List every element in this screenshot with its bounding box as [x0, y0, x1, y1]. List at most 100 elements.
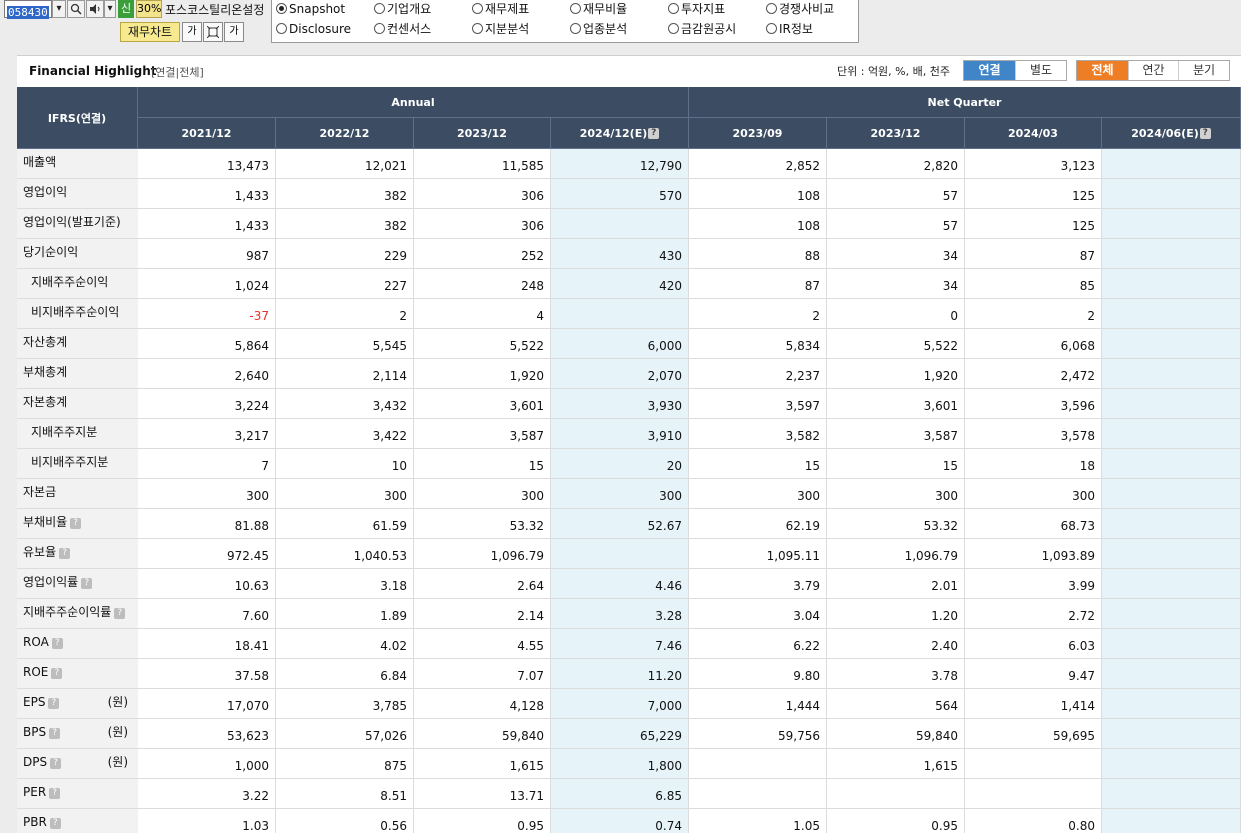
table-cell: 1,096.79: [414, 539, 551, 569]
menu-option[interactable]: 재무제표: [472, 2, 529, 16]
radio-icon[interactable]: [472, 23, 483, 34]
radio-icon[interactable]: [570, 3, 581, 14]
menu-option[interactable]: Disclosure: [276, 22, 351, 36]
table-cell: 17,070: [138, 689, 276, 719]
help-icon[interactable]: ?: [51, 638, 63, 649]
radio-icon[interactable]: [374, 23, 385, 34]
table-row: PER? 3.22 8.51 13.71 6.85: [17, 779, 1241, 809]
column-header: 2023/09: [689, 118, 827, 149]
menu-option-label: 경쟁사비교: [779, 2, 835, 16]
table-cell: 7,000: [551, 689, 689, 719]
row-label-text: 영업이익(발표기준): [23, 215, 121, 229]
menu-option[interactable]: 재무비율: [570, 2, 627, 16]
radio-icon[interactable]: [472, 3, 483, 14]
help-icon[interactable]: ?: [49, 788, 61, 799]
table-cell: 1,414: [965, 689, 1102, 719]
help-icon[interactable]: ?: [59, 548, 71, 559]
help-icon[interactable]: ?: [648, 127, 660, 139]
font-size-label: 가: [187, 26, 197, 37]
table-cell: 87: [689, 269, 827, 299]
table-cell: 2,472: [965, 359, 1102, 389]
period-quarter-tab[interactable]: 분기: [1179, 61, 1229, 80]
column-header-label: 2024/03: [1008, 126, 1058, 140]
menu-option[interactable]: Snapshot: [276, 2, 345, 16]
zoom-level[interactable]: 30%: [136, 0, 162, 18]
column-header-label: 2024/06(E): [1131, 126, 1199, 140]
table-row: 비지배주주지분 7 10 15 20 15 15 18: [17, 449, 1241, 479]
separate-tab[interactable]: 별도: [1016, 61, 1066, 80]
menu-option[interactable]: 경쟁사비교: [766, 2, 834, 16]
radio-icon[interactable]: [668, 3, 679, 14]
radio-icon[interactable]: [276, 23, 287, 34]
financial-chart-button[interactable]: 재무차트: [120, 22, 180, 42]
font-size-button-2[interactable]: 가: [224, 22, 244, 42]
help-icon[interactable]: ?: [50, 758, 62, 769]
period-annual-tab[interactable]: 연간: [1129, 61, 1179, 80]
table-cell: 18: [965, 449, 1102, 479]
table-row: ROA? 18.41 4.02 4.55 7.46 6.22 2.40 6.03: [17, 629, 1241, 659]
table-cell: 15: [689, 449, 827, 479]
row-label-text: 매출액: [23, 155, 57, 169]
table-cell: [1102, 539, 1241, 569]
menu-option[interactable]: IR정보: [766, 22, 813, 36]
row-label-text: BPS: [23, 725, 47, 739]
code-dropdown-icon[interactable]: ▾: [52, 0, 66, 18]
table-cell: 2.40: [827, 629, 965, 659]
row-unit: (원): [107, 725, 128, 739]
speaker-dropdown-icon[interactable]: ▾: [104, 0, 116, 18]
radio-icon[interactable]: [766, 23, 777, 34]
table-row: 부채비율? 81.88 61.59 53.32 52.67 62.19 53.32 68.73: [17, 509, 1241, 539]
radio-icon[interactable]: [570, 23, 581, 34]
radio-icon[interactable]: [374, 3, 385, 14]
table-cell: 3,587: [414, 419, 551, 449]
table-cell: 6.84: [276, 659, 414, 689]
menu-option[interactable]: 업종분석: [570, 22, 627, 36]
help-icon[interactable]: ?: [48, 698, 60, 709]
table-cell: 1,433: [138, 179, 276, 209]
new-button[interactable]: 신: [118, 0, 134, 18]
table-cell: 4.46: [551, 569, 689, 599]
unit-text: 단위 : 억원, %, 배, 천주: [837, 65, 950, 78]
menu-option[interactable]: 투자지표: [668, 2, 725, 16]
table-row: 지배주주지분 3,217 3,422 3,587 3,910 3,582 3,587 3,57…: [17, 419, 1241, 449]
table-cell: [1102, 389, 1241, 419]
radio-icon[interactable]: [276, 3, 287, 14]
table-cell: 12,790: [551, 149, 689, 179]
row-label: 부채총계: [17, 359, 138, 389]
help-icon[interactable]: ?: [81, 578, 93, 589]
help-icon[interactable]: ?: [1199, 127, 1211, 139]
table-cell: 1,920: [414, 359, 551, 389]
font-size-button[interactable]: 가: [182, 22, 202, 42]
table-cell: 3,785: [276, 689, 414, 719]
help-icon[interactable]: ?: [49, 728, 61, 739]
row-label: 영업이익(발표기준): [17, 209, 138, 239]
column-header: 2022/12: [276, 118, 414, 149]
row-label: EPS? (원): [17, 689, 138, 719]
table-cell: 4.55: [414, 629, 551, 659]
help-icon[interactable]: ?: [70, 518, 82, 529]
stock-code-input[interactable]: 058430: [4, 0, 52, 19]
help-icon[interactable]: ?: [49, 818, 61, 829]
menu-option[interactable]: 지분분석: [472, 22, 529, 36]
menu-option[interactable]: 기업개요: [374, 2, 431, 16]
help-icon[interactable]: ?: [114, 608, 126, 619]
table-cell: 37.58: [138, 659, 276, 689]
radio-icon[interactable]: [668, 23, 679, 34]
speaker-icon[interactable]: [86, 0, 104, 18]
table-cell: 108: [689, 209, 827, 239]
table-cell: [1102, 659, 1241, 689]
consolidated-tab[interactable]: 연결: [964, 61, 1016, 80]
menu-option[interactable]: 금감원공시: [668, 22, 736, 36]
settings-link[interactable]: 설정: [242, 3, 264, 17]
menu-option[interactable]: 컨센서스: [374, 22, 431, 36]
radio-icon[interactable]: [766, 3, 777, 14]
search-icon[interactable]: [67, 0, 85, 18]
expand-icon[interactable]: [203, 22, 223, 42]
table-cell: 7.60: [138, 599, 276, 629]
period-all-tab[interactable]: 전체: [1077, 61, 1129, 80]
help-icon[interactable]: ?: [51, 668, 63, 679]
column-header-label: 2022/12: [319, 126, 370, 140]
table-cell: 125: [965, 209, 1102, 239]
table-cell: 2.14: [414, 599, 551, 629]
table-cell: -37: [138, 299, 276, 329]
